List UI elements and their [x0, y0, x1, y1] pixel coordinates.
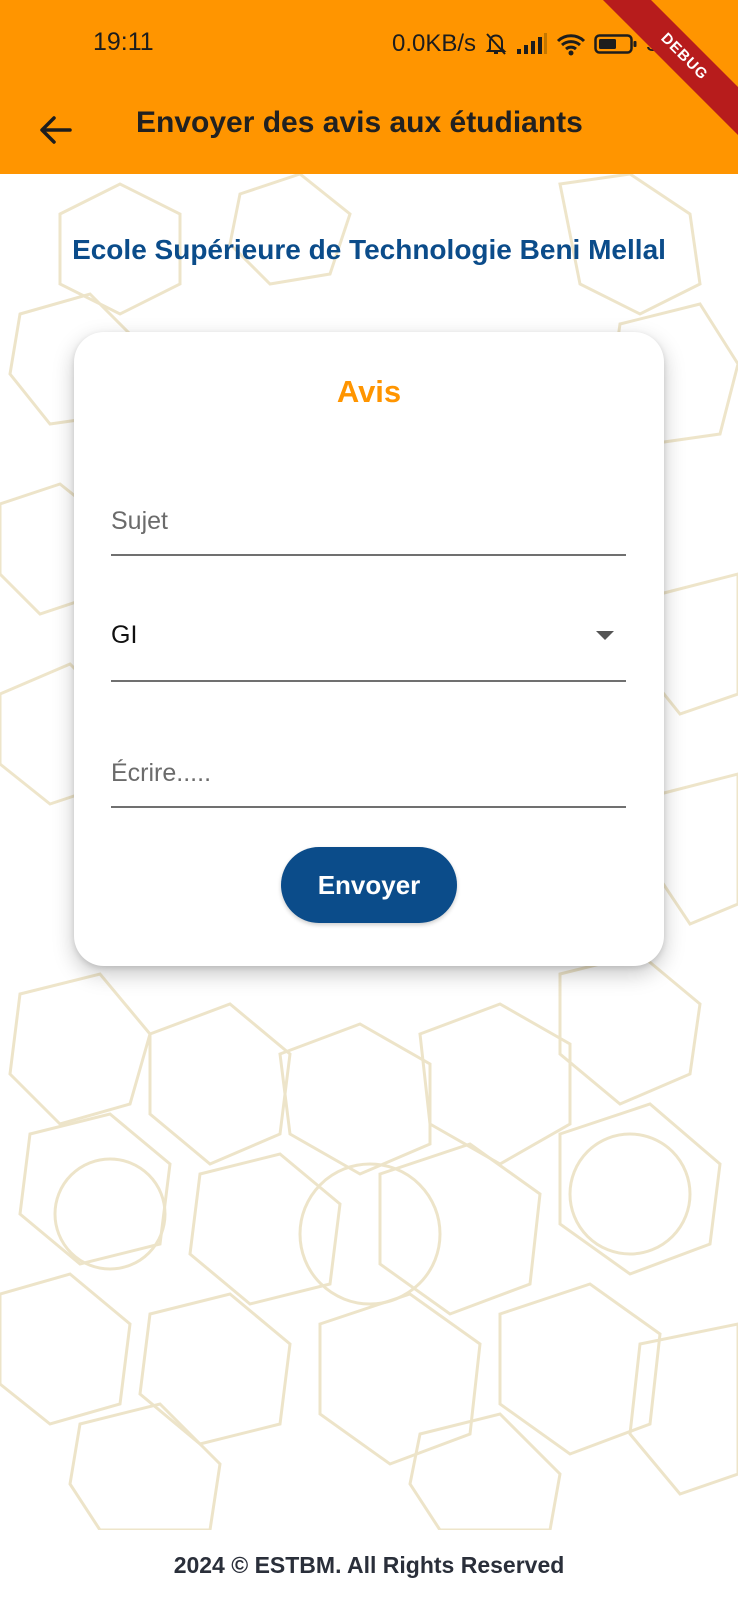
group-selected-value: GI	[111, 621, 138, 649]
footer-copyright: 2024 © ESTBM. All Rights Reserved	[173, 1552, 565, 1578]
status-icons: 0.0KB/s	[392, 28, 673, 60]
form-title: Avis	[336, 374, 402, 409]
status-time: 19:11	[93, 28, 154, 56]
message-input[interactable]	[111, 759, 626, 788]
back-button[interactable]	[26, 100, 86, 160]
subject-field[interactable]	[111, 474, 626, 556]
notice-form-card: Avis GI Envoyer	[74, 332, 664, 966]
send-button[interactable]: Envoyer	[281, 847, 457, 923]
wifi-icon	[556, 32, 586, 56]
dropdown-arrow-icon	[596, 631, 614, 640]
subject-input[interactable]	[111, 507, 626, 536]
school-name: Ecole Supérieure de Technologie Beni Mel…	[72, 234, 666, 265]
page-title: Envoyer des avis aux étudiants	[136, 106, 583, 139]
network-speed: 0.0KB/s	[392, 30, 477, 57]
arrow-back-icon	[40, 116, 72, 144]
battery-icon	[594, 33, 638, 55]
message-field[interactable]	[111, 726, 626, 808]
group-dropdown[interactable]: GI	[111, 600, 626, 682]
bell-muted-icon	[484, 31, 508, 57]
toolbar: Envoyer des avis aux étudiants	[0, 88, 738, 174]
signal-icon	[516, 33, 548, 55]
app-bar: 19:11 0.0KB/s DEBUG Envoyer des avis aux…	[0, 0, 738, 174]
